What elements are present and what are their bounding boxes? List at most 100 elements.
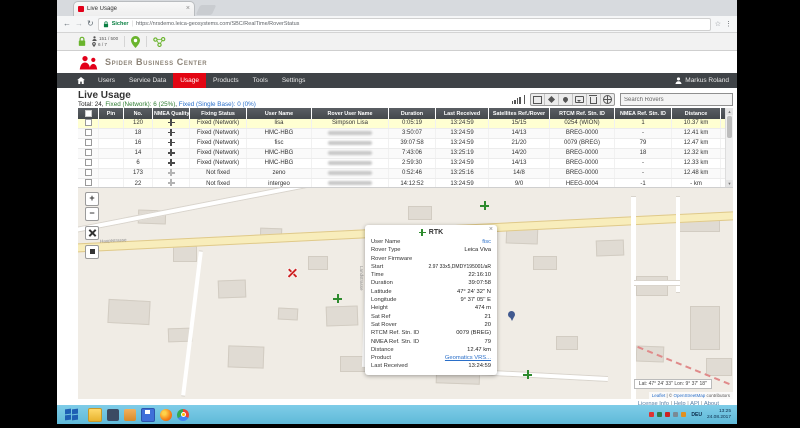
map[interactable]: Hauptstrasse Landstrasse + − bbox=[78, 187, 733, 399]
web-button[interactable] bbox=[601, 94, 614, 105]
rover-toolbar bbox=[512, 93, 734, 108]
rover-button[interactable] bbox=[545, 94, 559, 105]
network-nodes-icon[interactable] bbox=[153, 37, 166, 47]
table-row[interactable]: 18Fixed (Network)HMC-HBG3:50:0713:24:591… bbox=[78, 129, 733, 139]
popup-row-value[interactable]: Geomatics VRS... bbox=[445, 354, 491, 362]
scroll-thumb[interactable] bbox=[727, 116, 732, 138]
column-header-pin[interactable]: Pin bbox=[99, 108, 124, 119]
column-header-distance[interactable]: Distance bbox=[672, 108, 721, 119]
reload-icon[interactable]: ↻ bbox=[87, 19, 94, 29]
back-icon[interactable]: ← bbox=[63, 19, 71, 29]
footer-link-license-info[interactable]: License Info bbox=[638, 401, 669, 406]
table-scrollbar[interactable]: ▲ ▼ bbox=[725, 108, 733, 187]
message-button[interactable] bbox=[573, 94, 587, 105]
zoom-in-button[interactable]: + bbox=[85, 192, 99, 206]
extent-button[interactable] bbox=[85, 245, 99, 259]
forward-icon[interactable]: → bbox=[75, 19, 83, 29]
web-icon bbox=[603, 95, 612, 104]
bookmark-star-icon[interactable]: ☆ bbox=[715, 20, 721, 28]
scroll-up-icon[interactable]: ▲ bbox=[726, 108, 733, 115]
nav-home[interactable] bbox=[71, 73, 91, 88]
nav-item-settings[interactable]: Settings bbox=[275, 73, 313, 88]
select-all-header[interactable] bbox=[78, 108, 99, 119]
tab-close-icon[interactable]: × bbox=[186, 6, 190, 12]
browser-tab[interactable]: Live Usage × bbox=[73, 1, 195, 16]
rover-marker-green[interactable] bbox=[333, 294, 342, 303]
footer-link-api[interactable]: API bbox=[690, 401, 699, 406]
footer-link-about[interactable]: About bbox=[704, 401, 719, 406]
row-checkbox[interactable] bbox=[85, 149, 92, 156]
rover-icon bbox=[548, 96, 555, 103]
app-icon[interactable] bbox=[124, 409, 136, 421]
zoom-out-button[interactable]: − bbox=[85, 207, 99, 221]
table-row[interactable]: 14Fixed (Network)HMC-HBG7:43:0613:25:191… bbox=[78, 149, 733, 159]
browser-menu-icon[interactable]: ⋮ bbox=[725, 20, 731, 28]
column-header-nmea-quality[interactable]: NMEA Quality bbox=[153, 108, 190, 119]
url-field[interactable]: Sicher | https://nrsdemo.leica-geosystem… bbox=[98, 18, 711, 31]
select-all-checkbox[interactable] bbox=[85, 110, 92, 117]
table-row[interactable]: 173Not fixedzeno0:52:4613:25:1614/8BREG-… bbox=[78, 169, 733, 179]
table-row[interactable]: 22Not fixedintergeo14:12:5213:24:599/0HE… bbox=[78, 179, 733, 187]
account-area[interactable]: Markus Roland bbox=[675, 73, 729, 88]
column-header-fixing-status[interactable]: Fixing Status bbox=[190, 108, 247, 119]
row-checkbox[interactable] bbox=[85, 119, 92, 126]
nav-item-service-data[interactable]: Service Data bbox=[122, 73, 173, 88]
firefox-icon[interactable] bbox=[160, 409, 172, 421]
column-header-duration[interactable]: Duration bbox=[389, 108, 436, 119]
nav-item-usage[interactable]: Usage bbox=[173, 73, 206, 88]
browser-window: Live Usage × ← → ↻ Sicher | https://nrsd… bbox=[57, 0, 737, 424]
app-icon[interactable] bbox=[141, 408, 155, 422]
scroll-down-icon[interactable]: ▼ bbox=[726, 180, 733, 187]
column-header-user-name[interactable]: User Name bbox=[247, 108, 312, 119]
location-button[interactable] bbox=[559, 94, 573, 105]
windows-taskbar: DEU 13:25 24.08.2017 bbox=[57, 405, 737, 424]
fullscreen-button[interactable] bbox=[85, 226, 99, 240]
rover-marker-green[interactable] bbox=[523, 370, 532, 379]
row-checkbox[interactable] bbox=[85, 169, 92, 176]
location-pin-icon[interactable] bbox=[131, 36, 140, 48]
row-checkbox[interactable] bbox=[85, 129, 92, 136]
column-header-satellites-ref-rover[interactable]: Satellites Ref./Rover bbox=[489, 108, 550, 119]
tray-icon[interactable] bbox=[649, 412, 654, 417]
row-checkbox[interactable] bbox=[85, 179, 92, 186]
row-checkbox[interactable] bbox=[85, 139, 92, 146]
rover-marker-green[interactable] bbox=[480, 201, 489, 210]
tray-icon[interactable] bbox=[657, 412, 662, 417]
delete-button[interactable] bbox=[587, 94, 601, 105]
tray-icon[interactable] bbox=[673, 412, 678, 417]
row-checkbox[interactable] bbox=[85, 159, 92, 166]
table-row[interactable]: 6Fixed (Network)HMC-HBG2:59:3013:24:5914… bbox=[78, 159, 733, 169]
osm-link[interactable]: OpenStreetMap bbox=[673, 393, 705, 398]
column-header-no-[interactable]: No. bbox=[124, 108, 153, 119]
tray-icon[interactable] bbox=[681, 412, 686, 417]
nav-item-products[interactable]: Products bbox=[206, 73, 246, 88]
search-input[interactable] bbox=[620, 93, 733, 106]
new-tab-button[interactable] bbox=[196, 5, 217, 15]
language-indicator[interactable]: DEU bbox=[691, 412, 702, 418]
chrome-icon[interactable] bbox=[177, 409, 189, 421]
leaflet-link[interactable]: Leaflet bbox=[652, 393, 666, 398]
rover-marker-red[interactable] bbox=[287, 268, 298, 279]
file-explorer-icon[interactable] bbox=[88, 408, 102, 422]
start-button[interactable] bbox=[65, 409, 79, 421]
app-icon[interactable] bbox=[107, 409, 119, 421]
nav-item-tools[interactable]: Tools bbox=[246, 73, 275, 88]
popup-row-value[interactable]: fisc bbox=[482, 238, 491, 246]
popup-close-icon[interactable]: × bbox=[489, 227, 493, 233]
clock[interactable]: 13:25 24.08.2017 bbox=[707, 409, 731, 420]
table-row[interactable]: 120Fixed (Network)lisaSimpson Lisa0:05:1… bbox=[78, 119, 733, 129]
map-icon bbox=[533, 96, 542, 104]
map-button[interactable] bbox=[531, 94, 545, 105]
nav-item-users[interactable]: Users bbox=[91, 73, 122, 88]
popup-row-label: Longitude bbox=[371, 296, 396, 304]
table-row[interactable]: 16Fixed (Network)fisc39:07:5813:24:5921/… bbox=[78, 139, 733, 149]
column-header-nmea-ref-stn-id[interactable]: NMEA Ref. Stn. ID bbox=[615, 108, 672, 119]
column-header-rtcm-ref-stn-id[interactable]: RTCM Ref. Stn. ID bbox=[550, 108, 615, 119]
users-count-icon bbox=[92, 36, 97, 41]
footer-link-help[interactable]: Help bbox=[674, 401, 686, 406]
reference-station-marker[interactable] bbox=[508, 311, 515, 318]
tray-icon[interactable] bbox=[665, 412, 670, 417]
rover-user-name-redacted bbox=[328, 131, 372, 135]
column-header-rover-user-name[interactable]: Rover User Name bbox=[312, 108, 389, 119]
column-header-last-received[interactable]: Last Received bbox=[436, 108, 489, 119]
